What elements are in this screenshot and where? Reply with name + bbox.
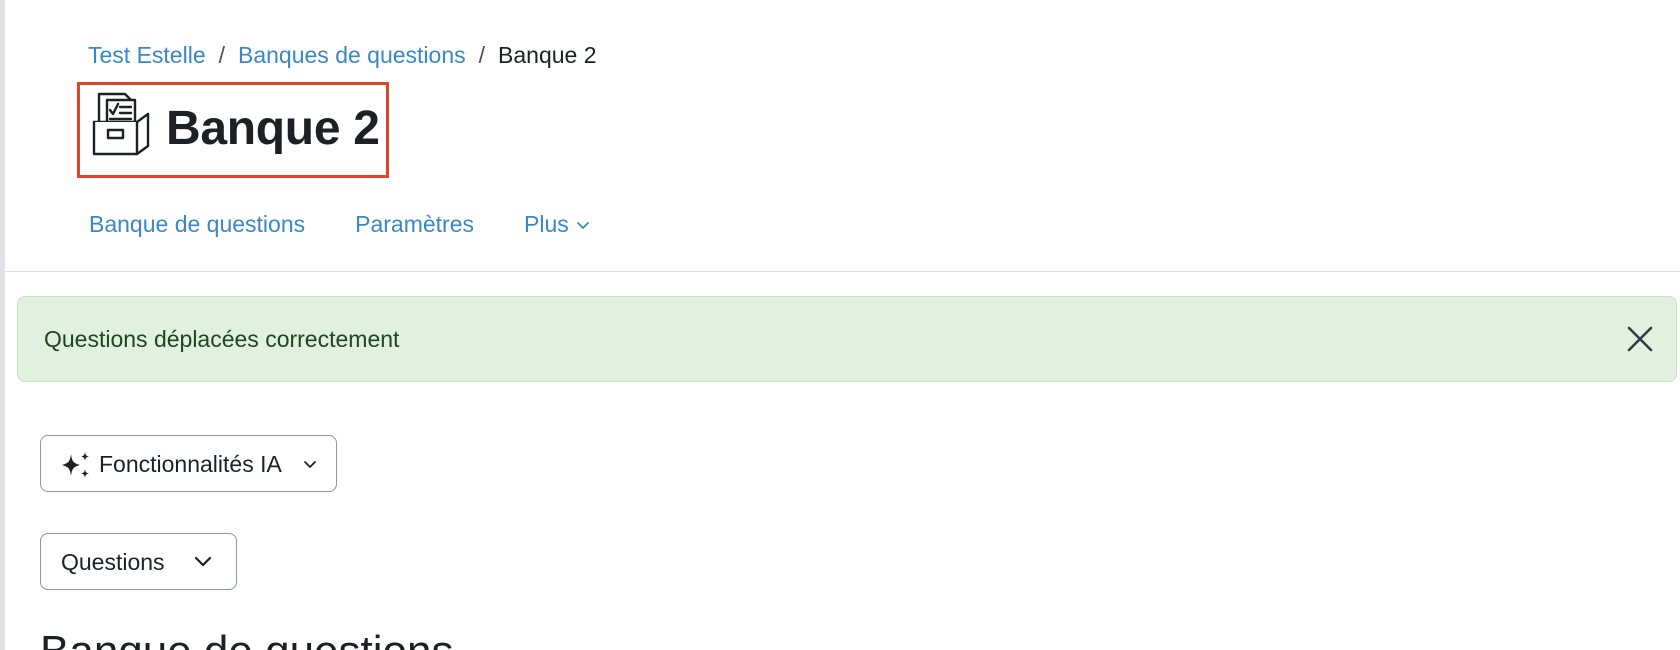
divider: [5, 271, 1680, 272]
left-rail: [0, 0, 5, 650]
breadcrumb-separator: /: [218, 42, 225, 68]
nav-item-label: Plus: [524, 211, 569, 237]
page-header: Banque 2: [77, 82, 389, 178]
breadcrumb: Test Estelle / Banques de questions / Ba…: [88, 38, 597, 72]
success-alert: Questions déplacées correctement: [17, 296, 1677, 382]
section-heading: Banque de questions: [40, 626, 453, 650]
question-bank-icon: [92, 92, 150, 156]
close-icon[interactable]: [1624, 323, 1656, 355]
questions-select[interactable]: Questions: [40, 533, 237, 590]
chevron-down-icon: [304, 461, 316, 468]
page-title: Banque 2: [166, 102, 380, 155]
breadcrumb-item-question-banks[interactable]: Banques de questions: [238, 38, 466, 72]
chevron-down-icon: [194, 556, 212, 567]
chevron-down-icon: [576, 222, 589, 229]
nav-item-more[interactable]: Plus: [524, 206, 590, 242]
nav-item-settings[interactable]: Paramètres: [355, 206, 474, 242]
breadcrumb-item-current: Banque 2: [498, 42, 597, 68]
alert-message: Questions déplacées correctement: [44, 326, 400, 352]
breadcrumb-item-course[interactable]: Test Estelle: [88, 38, 206, 72]
ai-features-label: Fonctionnalités IA: [99, 451, 282, 477]
questions-select-value: Questions: [61, 549, 165, 575]
sparkle-icon: [62, 452, 89, 478]
nav-item-label: Banque de questions: [89, 211, 306, 237]
breadcrumb-separator: /: [478, 42, 486, 68]
nav-item-question-bank[interactable]: Banque de questions: [89, 206, 305, 242]
secondary-navigation: Banque de questions Paramètres Plus: [89, 206, 640, 242]
page: Test Estelle / Banques de questions / Ba…: [0, 0, 1680, 650]
ai-features-button[interactable]: Fonctionnalités IA: [40, 435, 337, 492]
nav-item-label: Paramètres: [355, 211, 474, 237]
